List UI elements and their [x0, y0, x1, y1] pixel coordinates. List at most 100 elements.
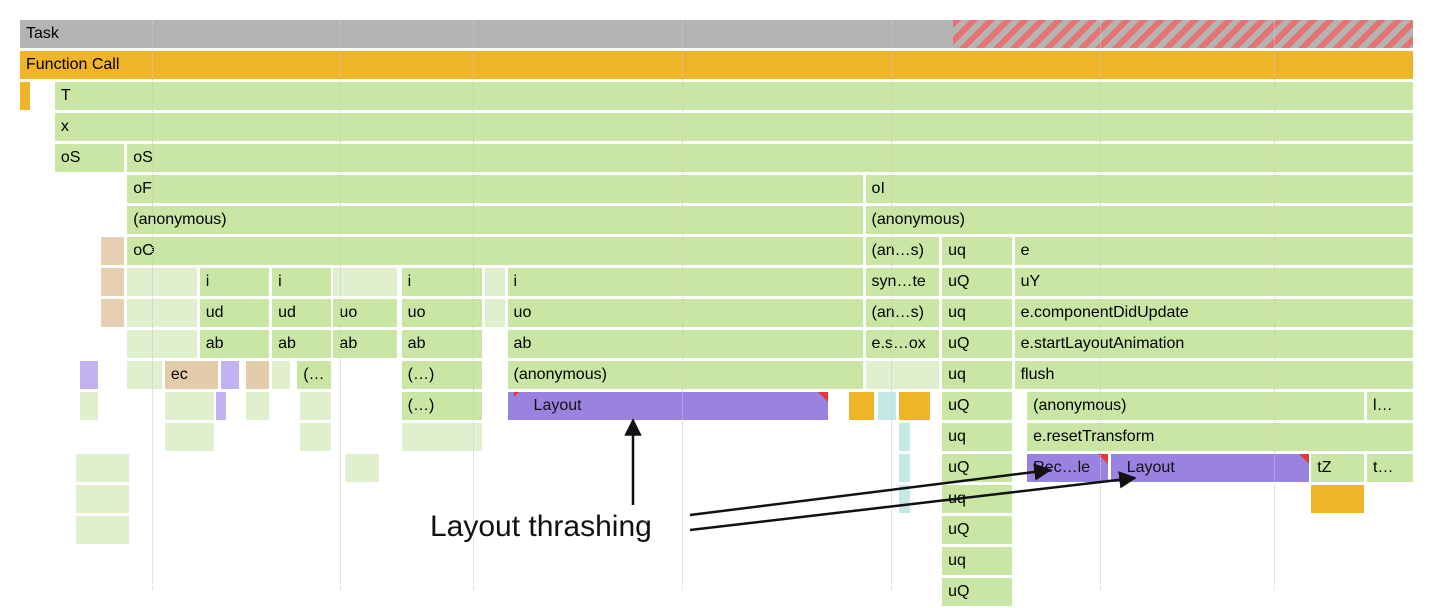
row-14: uq e.resetTransform [20, 423, 1413, 453]
frame-pale-10[interactable] [80, 392, 98, 420]
frame-ud-1[interactable]: ud [200, 299, 270, 327]
frame-T[interactable]: T [55, 82, 1413, 110]
frame-i-4[interactable]: i [508, 268, 863, 296]
frame-teal-3[interactable] [899, 454, 910, 482]
frame-oS-2[interactable]: oS [127, 144, 1413, 172]
frame-anon-1[interactable]: (anonymous) [127, 206, 863, 234]
frame-anon-2[interactable]: (anonymous) [866, 206, 1413, 234]
frame-pale-12[interactable] [246, 392, 270, 420]
frame-anon-4[interactable]: (anonymous) [1027, 392, 1364, 420]
frame-uo-3[interactable]: uo [508, 299, 863, 327]
frame-i-1[interactable]: i [200, 268, 270, 296]
frame-tan-2[interactable] [101, 268, 125, 296]
frame-pale-13[interactable] [300, 392, 331, 420]
frame-x[interactable]: x [55, 113, 1413, 141]
long-task-overlay [953, 20, 1413, 48]
frame-es-ox[interactable]: e.s…ox [866, 330, 940, 358]
frame-uQ-11[interactable]: uQ [942, 330, 1012, 358]
frame-ab-1[interactable]: ab [200, 330, 270, 358]
frame-pale-18[interactable] [345, 454, 380, 482]
frame-pale-17[interactable] [76, 454, 129, 482]
function-call-bar[interactable]: Function Call [20, 51, 1413, 79]
frame-e[interactable]: e [1015, 237, 1413, 265]
row-7: (anonymous) (anonymous) [20, 206, 1413, 236]
frame-pale-19[interactable] [76, 485, 129, 513]
row-4: x [20, 113, 1413, 143]
frame-pale-15[interactable] [300, 423, 331, 451]
frame-ab-3[interactable]: ab [333, 330, 397, 358]
frame-tZ[interactable]: tZ [1311, 454, 1364, 482]
frame-ud-2[interactable]: ud [272, 299, 331, 327]
frame-plight-3[interactable] [216, 392, 226, 420]
frame-uY[interactable]: uY [1015, 268, 1413, 296]
frame-teal-4[interactable] [899, 485, 910, 513]
frame-resetTransform[interactable]: e.resetTransform [1027, 423, 1413, 451]
frame-tan-3[interactable] [101, 299, 125, 327]
frame-layout-2[interactable]: Layout [1111, 454, 1309, 482]
frame-sand-1[interactable] [246, 361, 270, 389]
frame-i-2[interactable]: i [272, 268, 331, 296]
frame-pale-1[interactable] [127, 268, 197, 296]
frame-pale-14[interactable] [165, 423, 214, 451]
frame-ab-4[interactable]: ab [402, 330, 483, 358]
frame-teal-1[interactable] [878, 392, 896, 420]
frame-uq-10[interactable]: uq [942, 299, 1012, 327]
frame-uQ-13[interactable]: uQ [942, 392, 1012, 420]
row-10: ud ud uo uo uo (an…s) uq e.componentDidU… [20, 299, 1413, 329]
frame-oF[interactable]: oF [127, 175, 863, 203]
frame-dots-2[interactable]: (…) [402, 361, 483, 389]
frame-uq-12[interactable]: uq [942, 361, 1012, 389]
frame-i-3[interactable]: i [402, 268, 483, 296]
frame-y-1[interactable] [849, 392, 874, 420]
frame-synte[interactable]: syn…te [866, 268, 940, 296]
frame-y-2[interactable] [899, 392, 930, 420]
frame-pale-20[interactable] [76, 516, 129, 544]
frame-pale-5[interactable] [485, 299, 505, 327]
frame-cdu[interactable]: e.componentDidUpdate [1015, 299, 1413, 327]
frame-teal-2[interactable] [899, 423, 910, 451]
frame-uq-18[interactable]: uq [942, 547, 1012, 575]
frame-plight-2[interactable] [221, 361, 239, 389]
frame-oI[interactable]: oI [866, 175, 1413, 203]
frame-oS-1[interactable]: oS [55, 144, 125, 172]
frame-tan-1[interactable] [101, 237, 125, 265]
frame-uq-8[interactable]: uq [942, 237, 1012, 265]
frame-l[interactable]: l… [1367, 392, 1413, 420]
frame-pale-2[interactable] [333, 268, 397, 296]
frame-pale-4[interactable] [127, 299, 197, 327]
frame-pale-6[interactable] [127, 330, 197, 358]
frame-ab-5[interactable]: ab [508, 330, 863, 358]
frame-uq-16[interactable]: uq [942, 485, 1012, 513]
frame-pale-16[interactable] [402, 423, 483, 451]
frame-pale-11[interactable] [165, 392, 214, 420]
frame-uQ-15[interactable]: uQ [942, 454, 1012, 482]
frame-plight-1[interactable] [80, 361, 98, 389]
frame-pale-7[interactable] [127, 361, 162, 389]
frame-startLayout[interactable]: e.startLayoutAnimation [1015, 330, 1413, 358]
frame-t[interactable]: t… [1367, 454, 1413, 482]
frame-dots-1[interactable]: (… [297, 361, 330, 389]
frame-recalc[interactable]: Rec…le [1027, 454, 1108, 482]
frame-y-3[interactable] [1311, 485, 1364, 513]
frame-uo-2[interactable]: uo [402, 299, 483, 327]
frame-pale-3[interactable] [485, 268, 505, 296]
frame-oO[interactable]: oO [127, 237, 863, 265]
frame-uo-1[interactable]: uo [333, 299, 397, 327]
row-5: oS oS [20, 144, 1413, 174]
flame-chart[interactable]: Task Function Call T x oS oS oF oI (anon… [20, 20, 1413, 590]
frame-uQ-17[interactable]: uQ [942, 516, 1012, 544]
frame-ans[interactable]: (an…s) [866, 237, 940, 265]
frame-ec[interactable]: ec [165, 361, 218, 389]
frame-uQ-9[interactable]: uQ [942, 268, 1012, 296]
frame-layout-1[interactable]: Layout [508, 392, 828, 420]
frame-flush[interactable]: flush [1015, 361, 1413, 389]
frame-uq-14[interactable]: uq [942, 423, 1012, 451]
frame-ab-2[interactable]: ab [272, 330, 331, 358]
row-12: ec (… (…) (anonymous) uq flush [20, 361, 1413, 391]
frame-anon-3[interactable]: (anonymous) [508, 361, 863, 389]
frame-pale-9[interactable] [866, 361, 940, 389]
frame-ans-2[interactable]: (an…s) [866, 299, 940, 327]
frame-pale-8[interactable] [272, 361, 290, 389]
frame-dots-3[interactable]: (…) [402, 392, 483, 420]
frame-micro[interactable] [20, 82, 30, 110]
